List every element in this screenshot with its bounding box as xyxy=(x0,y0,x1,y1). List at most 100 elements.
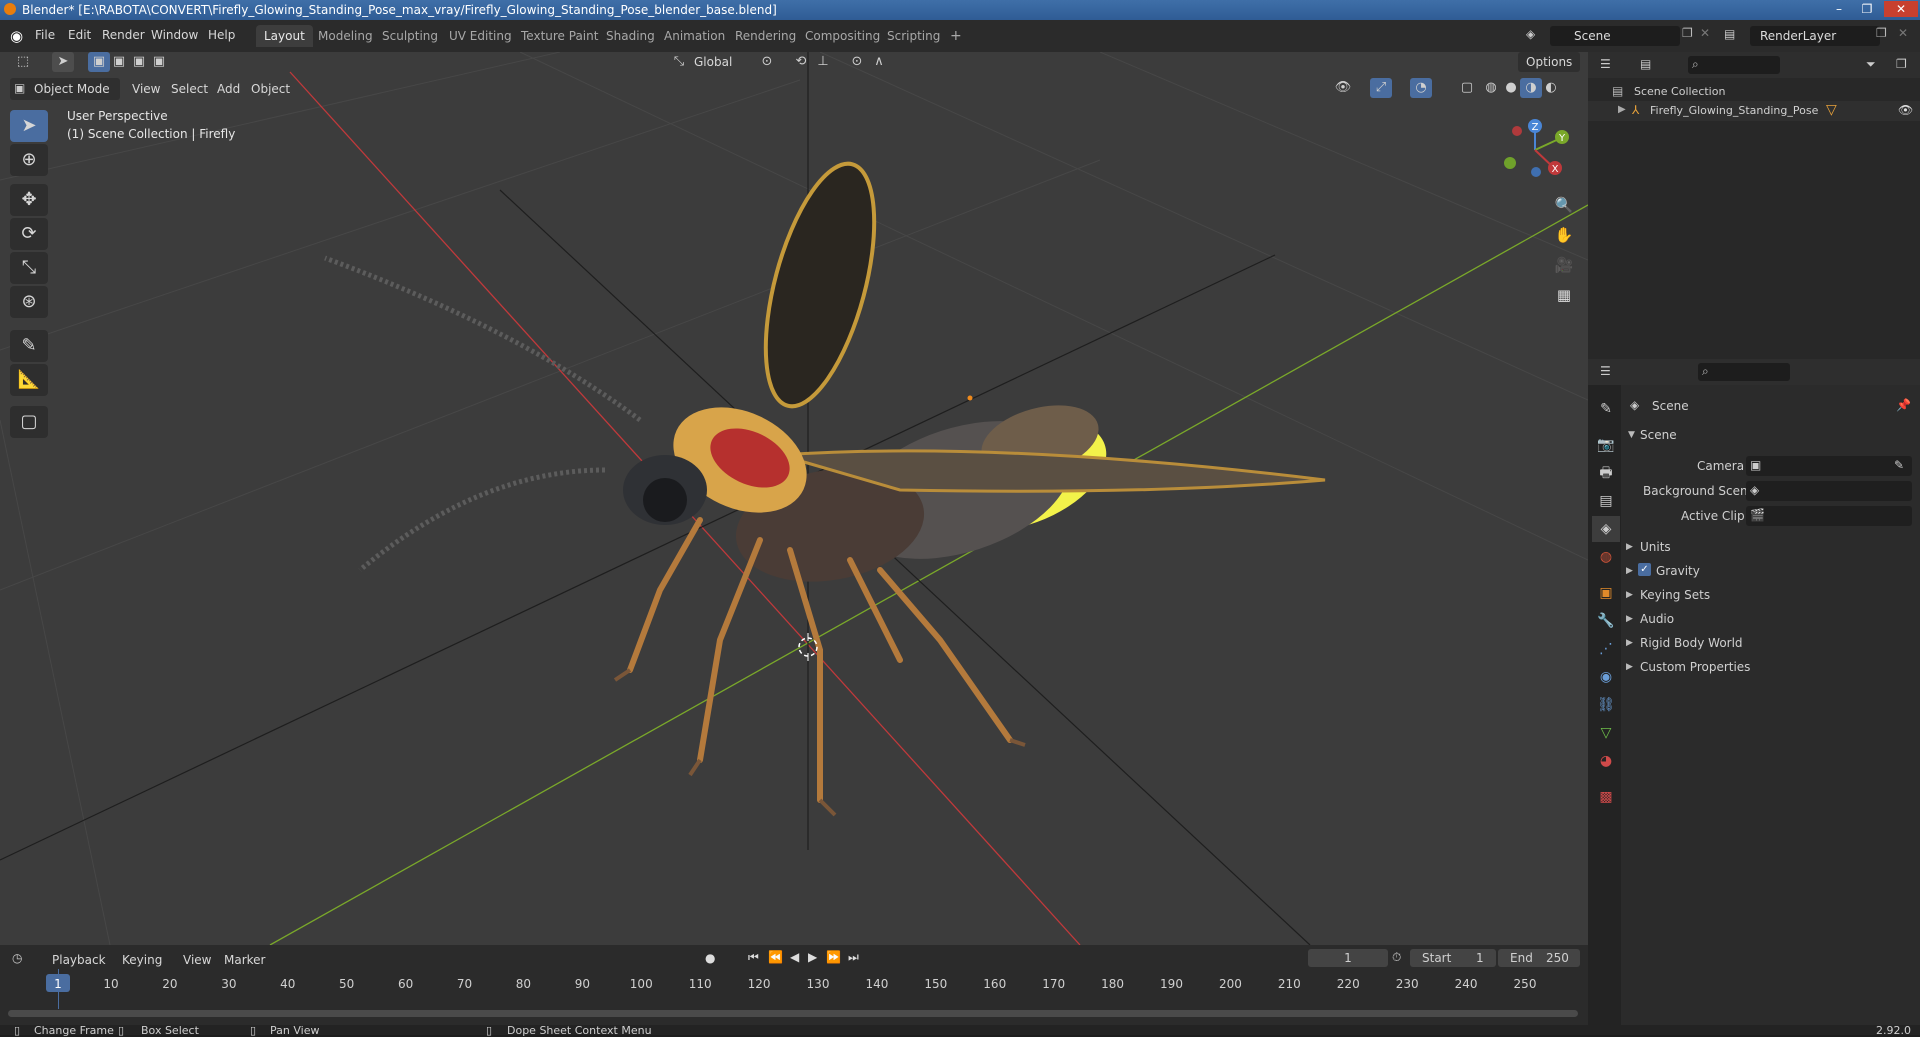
jump-end-icon[interactable]: ⏭ xyxy=(848,950,859,965)
maximize-button[interactable]: ❐ xyxy=(1854,1,1880,17)
menu-select[interactable]: Select xyxy=(171,82,208,96)
keying-menu[interactable]: Keying xyxy=(122,953,162,967)
camera-field[interactable]: ▣ ✎ xyxy=(1746,456,1912,476)
camera-view-icon[interactable]: 🎥 xyxy=(1551,252,1577,278)
menu-window[interactable]: Window xyxy=(151,28,198,42)
render-tab-icon[interactable]: 📷 xyxy=(1592,432,1620,458)
current-frame-field[interactable]: 1 xyxy=(1308,949,1388,967)
scene-panel-title[interactable]: Scene xyxy=(1640,428,1677,442)
gravity-expand-icon[interactable]: ▶ xyxy=(1626,566,1633,576)
outliner-search-input[interactable]: ⌕ xyxy=(1688,56,1780,74)
cursor-tool-icon[interactable]: ⊕ xyxy=(10,144,48,176)
world-tab-icon[interactable]: ◍ xyxy=(1592,544,1620,570)
new-scene-icon[interactable]: ❐ xyxy=(1682,26,1693,40)
background-scene-field[interactable]: ◈ xyxy=(1746,481,1912,501)
minimize-button[interactable]: – xyxy=(1826,1,1852,17)
editor-type-icon[interactable]: ⬚ xyxy=(12,52,34,72)
timeline-scrollbar[interactable] xyxy=(8,1010,1578,1017)
tool-tab-icon[interactable]: ✎ xyxy=(1592,396,1620,422)
custom-properties-expand-icon[interactable]: ▶ xyxy=(1626,662,1633,672)
navigation-gizmo[interactable]: Z Y X xyxy=(1504,119,1569,177)
move-tool-icon[interactable]: ✥ xyxy=(10,184,48,216)
view-layer-tab-icon[interactable]: ▤ xyxy=(1592,488,1620,514)
scene-selector[interactable]: Scene xyxy=(1550,26,1680,46)
rotate-tool-icon[interactable]: ⟳ xyxy=(10,218,48,250)
tab-compositing[interactable]: Compositing xyxy=(797,25,888,47)
prev-keyframe-icon[interactable]: ⏪ xyxy=(768,950,783,964)
filter-icon[interactable]: ⏷ xyxy=(1866,57,1876,72)
properties-search-input[interactable]: ⌕ xyxy=(1698,363,1790,381)
pan-icon[interactable]: ✋ xyxy=(1551,222,1577,248)
audio-section[interactable]: Audio xyxy=(1640,612,1674,626)
menu-object[interactable]: Object xyxy=(251,82,290,96)
solid-shading-icon[interactable]: ● xyxy=(1500,78,1522,98)
tab-modeling[interactable]: Modeling xyxy=(310,25,381,47)
wireframe-shading-icon[interactable]: ◍ xyxy=(1480,78,1502,98)
audio-expand-icon[interactable]: ▶ xyxy=(1626,614,1633,624)
menu-edit[interactable]: Edit xyxy=(68,28,91,42)
menu-view[interactable]: View xyxy=(132,82,160,96)
pin-icon[interactable]: 📌 xyxy=(1896,398,1911,412)
jump-start-icon[interactable]: ⏮ xyxy=(748,950,759,965)
outliner-row[interactable]: ▶ ⅄ Firefly_Glowing_Standing_Pose ▽ 👁 xyxy=(1588,101,1920,121)
material-shading-icon[interactable]: ◑ xyxy=(1520,78,1542,98)
menu-render[interactable]: Render xyxy=(102,28,145,42)
object-tab-icon[interactable]: ▣ xyxy=(1592,580,1620,606)
tab-texture-paint[interactable]: Texture Paint xyxy=(513,25,606,47)
select-mode-new-icon[interactable]: ▣ xyxy=(88,52,110,72)
gravity-section[interactable]: Gravity xyxy=(1656,564,1700,578)
delete-layer-icon[interactable]: ✕ xyxy=(1898,26,1908,40)
select-mode-extend-icon[interactable]: ▣ xyxy=(108,52,130,72)
particles-tab-icon[interactable]: ⋰ xyxy=(1592,636,1620,662)
play-icon[interactable]: ▶ xyxy=(808,950,817,964)
mode-dropdown[interactable]: ▣ Object Mode xyxy=(10,78,120,100)
tab-scripting[interactable]: Scripting xyxy=(879,25,948,47)
select-tool-icon[interactable]: ➤ xyxy=(52,52,74,72)
transform-orientation-dropdown[interactable]: Global xyxy=(694,55,732,69)
scene-tab-icon[interactable]: ◈ xyxy=(1592,516,1620,542)
rigid-body-expand-icon[interactable]: ▶ xyxy=(1626,638,1633,648)
play-reverse-icon[interactable]: ◀ xyxy=(790,950,799,964)
visibility-icon[interactable]: 👁 xyxy=(1332,78,1354,98)
modifier-tab-icon[interactable]: 🔧 xyxy=(1592,608,1620,634)
timeline-editor-icon[interactable]: ◷ xyxy=(12,951,22,965)
select-mode-subtract-icon[interactable]: ▣ xyxy=(128,52,150,72)
gizmo-toggle-icon[interactable]: ⤢ xyxy=(1370,78,1392,98)
outliner-panel[interactable]: ☰ ▤ ⌕ ⏷ ❐ ▤ Scene Collection ▶ ⅄ Firefly… xyxy=(1588,52,1920,359)
add-workspace-button[interactable]: + xyxy=(942,25,970,47)
zoom-icon[interactable]: 🔍 xyxy=(1551,192,1577,218)
tab-shading[interactable]: Shading xyxy=(598,25,663,47)
tweak-tool-icon[interactable]: ➤ xyxy=(10,110,48,142)
options-button[interactable]: Options xyxy=(1518,52,1580,72)
view-menu[interactable]: View xyxy=(183,953,211,967)
transform-tool-icon[interactable]: ⊛ xyxy=(10,286,48,318)
gravity-checkbox[interactable]: ✓ xyxy=(1638,563,1651,576)
keying-sets-section[interactable]: Keying Sets xyxy=(1640,588,1710,602)
perspective-toggle-icon[interactable]: ▦ xyxy=(1551,282,1577,308)
xray-icon[interactable]: ▢ xyxy=(1456,78,1478,98)
proportional-edit-icon[interactable]: ⊙ xyxy=(846,52,868,72)
end-frame-field[interactable]: End 250 xyxy=(1498,949,1580,967)
menu-add[interactable]: Add xyxy=(217,82,240,96)
snap-target-icon[interactable]: ⊥ xyxy=(812,52,834,72)
new-layer-icon[interactable]: ❐ xyxy=(1876,26,1887,40)
3d-viewport[interactable]: Z Y X xyxy=(0,52,1588,945)
keying-sets-expand-icon[interactable]: ▶ xyxy=(1626,590,1633,600)
delete-scene-icon[interactable]: ✕ xyxy=(1700,26,1710,40)
panel-collapse-arrow-icon[interactable]: ▼ xyxy=(1628,430,1635,440)
scene-browse-icon[interactable]: ◈ xyxy=(1526,27,1535,41)
tab-animation[interactable]: Animation xyxy=(656,25,733,47)
outliner-item-label[interactable]: Firefly_Glowing_Standing_Pose xyxy=(1650,104,1818,117)
properties-editor-icon[interactable]: ☰ xyxy=(1600,364,1611,378)
renderlayer-selector[interactable]: RenderLayer xyxy=(1750,26,1880,46)
texture-tab-icon[interactable]: ▩ xyxy=(1592,784,1620,810)
active-clip-field[interactable]: 🎬 xyxy=(1746,506,1912,526)
scale-tool-icon[interactable]: ⤡ xyxy=(10,252,48,284)
physics-tab-icon[interactable]: ◉ xyxy=(1592,664,1620,690)
tab-sculpting[interactable]: Sculpting xyxy=(374,25,446,47)
eye-icon[interactable]: 👁 xyxy=(1898,103,1913,117)
record-icon[interactable]: ● xyxy=(705,951,715,965)
measure-tool-icon[interactable]: 📐 xyxy=(10,364,48,396)
expand-arrow-icon[interactable]: ▶ xyxy=(1618,104,1626,115)
marker-menu[interactable]: Marker xyxy=(224,953,265,967)
